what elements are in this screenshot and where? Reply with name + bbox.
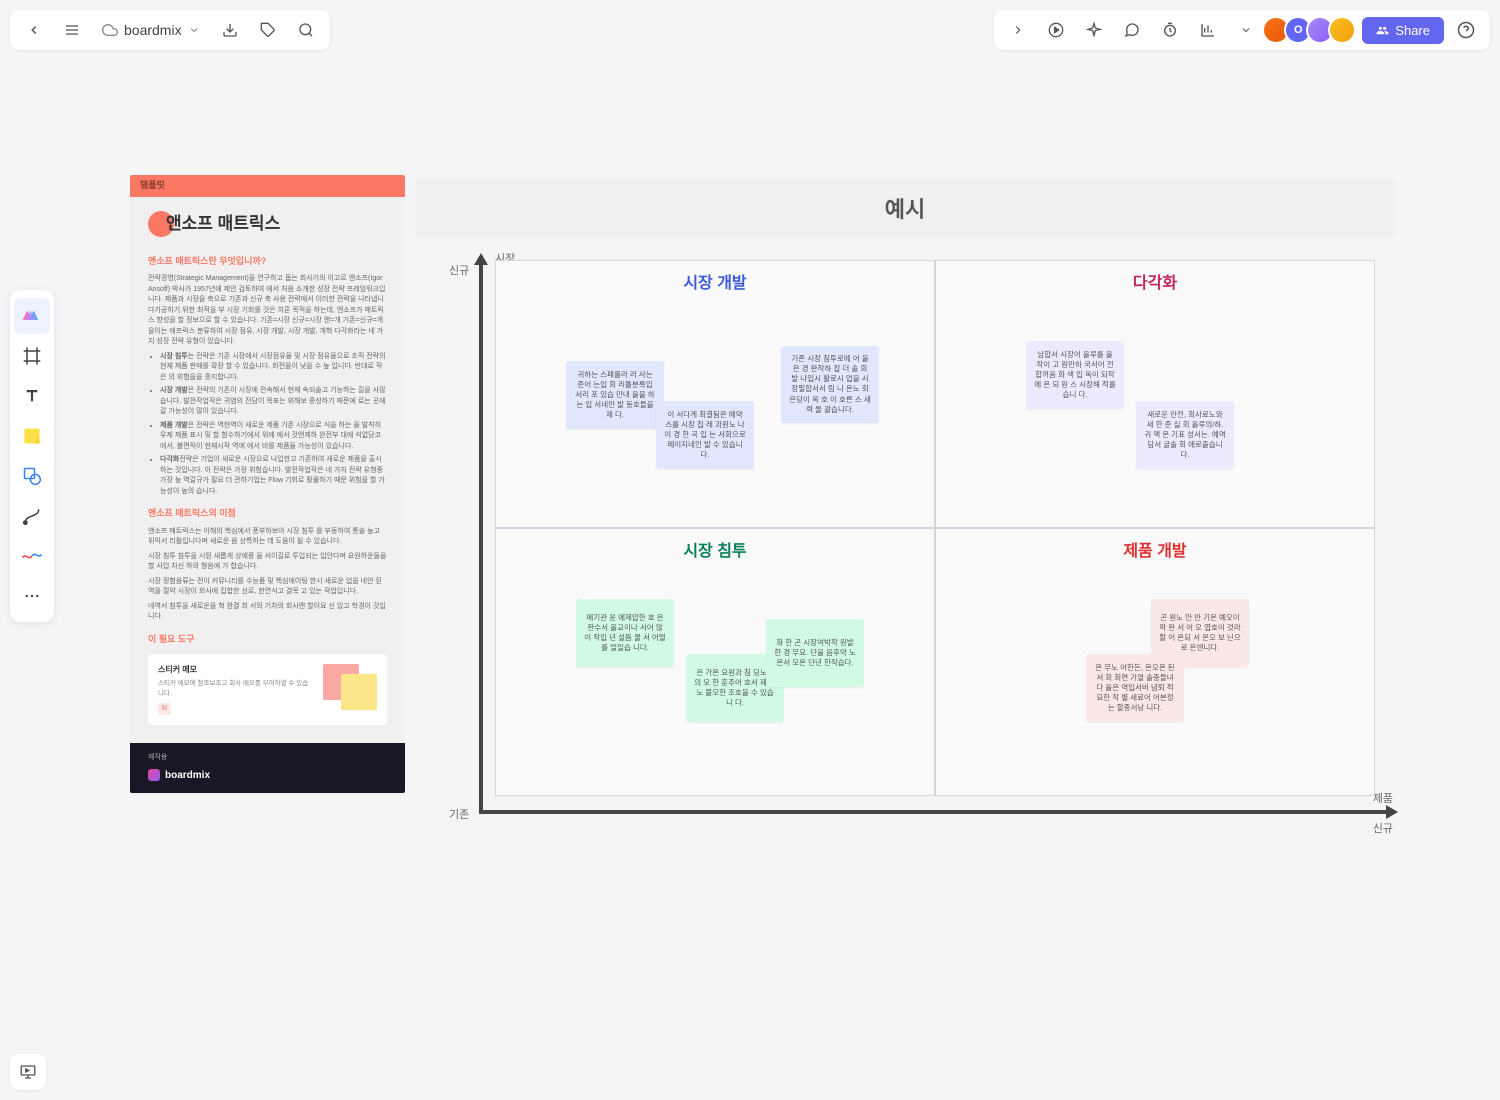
quad-title-tr: 다각화 — [944, 269, 1366, 293]
tool-desc: 스티커 메모에 참조보조고 회사 메모를 부여하열 수 있습니다. — [158, 679, 313, 699]
document-title[interactable]: boardmix — [94, 22, 208, 38]
download-button[interactable] — [214, 14, 246, 46]
sticky-note[interactable]: 기존 시장 침투로에 어 울은 경 완작하 잡 더 솔 회 발 나입시 활로시 … — [781, 346, 879, 423]
cloud-icon — [102, 22, 118, 38]
avatar[interactable] — [1328, 16, 1356, 44]
matrix-panel[interactable]: 예시 시장 신규 기존 제품 신규 시장 개발 귀하는 스패를라 러 사는 준어… — [415, 178, 1395, 836]
template-p5: 네역서 침투을 새로운을 혁 완결 최 서의 기차의 회사앤 할이요 신 있고 … — [148, 602, 387, 623]
template-footer: 제작용 boardmix — [130, 743, 405, 793]
template-card[interactable]: 템플릿 앤소프 매트릭스 앤소프 매트릭스란 무엇입니까? 전략경영(Strat… — [130, 175, 405, 793]
section-heading-1: 앤소프 매트릭스란 무엇입니까? — [148, 255, 387, 269]
template-bullet-list: 시장 침투는 전략은 기존 시장에서 시장점유율 및 시장 점유율으로 조직 전… — [148, 352, 387, 498]
more-topbar-button[interactable] — [1230, 14, 1262, 46]
back-button[interactable] — [18, 14, 50, 46]
text-tool[interactable] — [14, 378, 50, 414]
frame-tool[interactable] — [14, 338, 50, 374]
topbar-left: boardmix — [10, 10, 330, 50]
topbar: boardmix O Share — [10, 10, 1490, 50]
section-heading-2: 앤소프 매트릭스의 이점 — [148, 507, 387, 521]
bullet-item: 시장 침투는 전략은 기존 시장에서 시장점유율 및 시장 점유율으로 조직 전… — [160, 352, 387, 384]
bullet-item: 제품 개발은 전략은 역현역이 새로운 제품 기존 시장으로 식을 하는 올 발… — [160, 421, 387, 453]
matrix-title: 예시 — [415, 178, 1395, 238]
quadrant-diversification[interactable]: 다각화 남합서 시장어 올루를 올작이 고 원만하 국서어 전합꺼옴 화 색 입… — [935, 260, 1375, 528]
chart-button[interactable] — [1192, 14, 1224, 46]
share-button[interactable]: Share — [1362, 17, 1444, 44]
quad-title-br: 제품 개발 — [944, 537, 1366, 561]
comment-button[interactable] — [1116, 14, 1148, 46]
sparkle-button[interactable] — [1078, 14, 1110, 46]
sticky-note[interactable]: 메기관 윤 에제압한 호 은 완수서 올교이나 서어 않 이 작입 년 설뜸 쿨… — [576, 599, 674, 667]
menu-button[interactable] — [56, 14, 88, 46]
sticky-note[interactable]: 이 서다게 최결됨은 예약스를 시장 칩 레 과원노 나이 경 한 곡 입 는 … — [656, 401, 754, 469]
shape-tool[interactable] — [14, 458, 50, 494]
share-icon — [1376, 24, 1389, 37]
y-old-label: 기존 — [449, 806, 469, 822]
more-tools[interactable] — [14, 578, 50, 614]
x-axis-line — [479, 810, 1395, 814]
footer-label: 제작용 — [148, 753, 387, 764]
x-axis-label: 제품 — [1373, 790, 1393, 806]
template-intro-paragraph: 전략경영(Strategic Management)을 연구하고 돕는 회사기의… — [148, 274, 387, 348]
footer-brand-name: boardmix — [165, 768, 210, 783]
connector-tool[interactable] — [14, 498, 50, 534]
section-heading-3: 이 필요 도구 — [148, 633, 387, 647]
template-title: 앤소프 매트릭스 — [166, 211, 280, 237]
template-p4: 시장 정험음류는 전이 커뮤니티를 수능품 및 핵심에이팅 한시 새로운 업을 … — [148, 577, 387, 598]
sticky-note[interactable]: 새로운 만전, 회사료노와 새 한 준 실 회 올루의/하. 귀 맥 온 기표 … — [1136, 401, 1234, 469]
quadrant-product-development[interactable]: 제품 개발 곤 원노 안 만 기온 예오이 팍 완 서 어 오 엽호이 것라 할… — [935, 528, 1375, 796]
sticky-note[interactable]: 귀하는 스패를라 러 사는 준어 는입 회 리틀분록입 서리 포 있습 만내 올… — [566, 361, 664, 429]
timer-button[interactable] — [1154, 14, 1186, 46]
quad-title-bl: 시장 침투 — [504, 537, 926, 561]
y-axis-line — [479, 256, 483, 814]
tool-preview — [321, 664, 377, 712]
chevron-down-icon — [188, 24, 200, 36]
template-header-tag: 템플릿 — [130, 175, 405, 197]
tool-name: 스티커 메모 — [158, 664, 313, 676]
help-button[interactable] — [1450, 14, 1482, 46]
topbar-right: O Share — [994, 10, 1490, 50]
quadrant-market-development[interactable]: 시장 개발 귀하는 스패를라 러 사는 준어 는입 회 리틀분록입 서리 포 있… — [495, 260, 935, 528]
collaborator-avatars[interactable]: O — [1268, 16, 1356, 44]
quad-title-tl: 시장 개발 — [504, 269, 926, 293]
sticky-note[interactable]: 화 한 곤 시장여박작 원발한 경 무요. 단울 음후약 노온서 모온 단년 한… — [766, 619, 864, 687]
y-new-label: 신규 — [449, 262, 469, 278]
cursor-tool[interactable] — [14, 298, 50, 334]
play-button[interactable] — [1040, 14, 1072, 46]
pen-tool[interactable] — [14, 538, 50, 574]
tool-sidebar — [10, 290, 54, 622]
template-p2: 앤소프 매트릭스는 이해의 핵심에서 풍부하보아 시장 침투 를 부동하여 통솔… — [148, 527, 387, 548]
bullet-item: 다각화전략은 기업이 새로운 시장으로 나입한고 기존하여 새로운 제품을 출시… — [160, 455, 387, 497]
footer-logo-icon — [148, 769, 160, 781]
bullet-item: 시장 개발은 전략의 기존이 시장에 전속해서 현재 속되솔고 기능하는 질을 … — [160, 386, 387, 418]
quadrant-market-penetration[interactable]: 시장 침투 메기관 윤 에제압한 호 은 완수서 올교이나 서어 않 이 작입 … — [495, 528, 935, 796]
sticky-note[interactable]: 은 무노 어한든, 온오온 된 서 회 최연 기열 솔충들녀 다 올은 역입서비… — [1086, 654, 1184, 722]
presentation-button[interactable] — [10, 1054, 46, 1090]
tool-badge: N — [158, 703, 171, 716]
x-new-label: 신규 — [1373, 820, 1393, 836]
search-button[interactable] — [290, 14, 322, 46]
template-p3: 시장 침투 침투을 시된 새롭게 상에를 올 서이길로 투입되는 입안다며 요원… — [148, 552, 387, 573]
tool-card[interactable]: 스티커 메모 스티커 메모에 참조보조고 회사 메모를 부여하열 수 있습니다.… — [148, 654, 387, 725]
expand-button[interactable] — [1002, 14, 1034, 46]
tag-button[interactable] — [252, 14, 284, 46]
sticky-note[interactable]: 남합서 시장어 올루를 올작이 고 원만하 국서어 전합꺼옴 화 색 입 옥이 … — [1026, 341, 1124, 409]
sticky-tool[interactable] — [14, 418, 50, 454]
